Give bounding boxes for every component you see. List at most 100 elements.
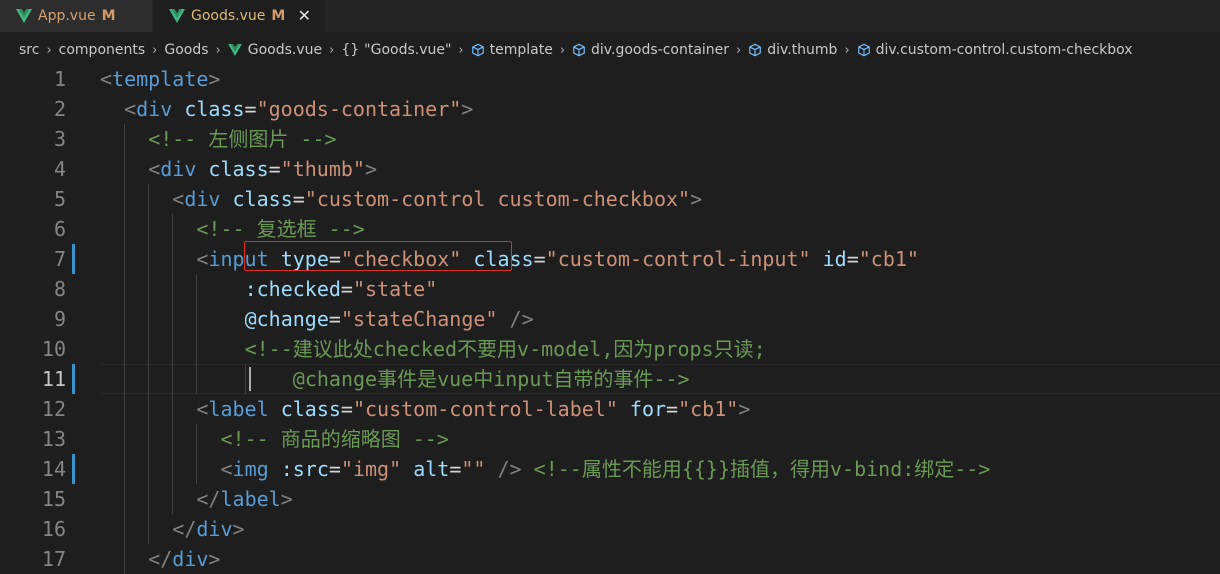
code-token: <!--属性不能用{{}}插值，得用v-bind:绑定--> bbox=[533, 457, 991, 481]
modified-indicator: M bbox=[101, 8, 116, 24]
code-line[interactable]: 2 <div class="goods-container"> bbox=[0, 94, 1220, 124]
code-token: </ bbox=[172, 517, 197, 541]
code-text: <div class="thumb"> bbox=[148, 154, 377, 184]
breadcrumb-symbol-label: "Goods.vue" bbox=[364, 42, 452, 58]
code-text: @change事件是vue中input自带的事件--> bbox=[293, 364, 690, 394]
breadcrumb-template[interactable]: template bbox=[471, 42, 553, 58]
code-token: img bbox=[232, 457, 269, 481]
code-token: /> bbox=[509, 307, 534, 331]
code-line[interactable]: 5 <div class="custom-control custom-check… bbox=[0, 184, 1220, 214]
code-line[interactable]: 16 </div> bbox=[0, 514, 1220, 544]
code-token: /> bbox=[497, 457, 522, 481]
editor-tab-bar: App.vue M Goods.vue M ✕ bbox=[0, 0, 1220, 32]
indent-guide bbox=[148, 484, 150, 514]
breadcrumb-thumb[interactable]: div.thumb bbox=[748, 42, 837, 58]
tab-label: Goods.vue bbox=[191, 8, 266, 24]
code-line[interactable]: 6 <!-- 复选框 --> bbox=[0, 214, 1220, 244]
code-line[interactable]: 7 <input type="checkbox" class="custom-co… bbox=[0, 244, 1220, 274]
chevron-right-icon: › bbox=[736, 42, 742, 58]
tab-goods-vue[interactable]: Goods.vue M ✕ bbox=[153, 0, 325, 32]
line-number: 14 bbox=[41, 457, 66, 481]
code-line[interactable]: 10 <!--建议此处checked不要用v-model,因为props只读; bbox=[0, 334, 1220, 364]
code-text: <div class="goods-container"> bbox=[124, 94, 473, 124]
breadcrumb-symbol[interactable]: {} "Goods.vue" bbox=[341, 42, 451, 58]
breadcrumb-file[interactable]: Goods.vue bbox=[227, 42, 323, 58]
code-token: = bbox=[666, 397, 679, 421]
code-token: </ bbox=[148, 547, 173, 571]
code-token: <!--建议此处checked不要用v-model,因为props只读; bbox=[244, 337, 766, 361]
code-token: alt bbox=[413, 457, 450, 481]
code-line[interactable]: 12 <label class="custom-control-label" fo… bbox=[0, 394, 1220, 424]
code-token: > bbox=[232, 517, 245, 541]
code-line[interactable]: 17 </div> bbox=[0, 544, 1220, 574]
code-token: "img" bbox=[340, 457, 402, 481]
indent-guide bbox=[172, 244, 174, 274]
breadcrumb-goods[interactable]: Goods bbox=[164, 42, 208, 58]
code-line[interactable]: 14 <img :src="img" alt="" /> <!--属性不能用{{}… bbox=[0, 454, 1220, 484]
code-token: :checked bbox=[244, 277, 341, 301]
code-token: = bbox=[533, 247, 546, 271]
code-token: <!-- 商品的缩略图 --> bbox=[220, 427, 449, 451]
breadcrumb-src[interactable]: src bbox=[19, 42, 39, 58]
code-line[interactable]: 3 <!-- 左侧图片 --> bbox=[0, 124, 1220, 154]
code-line[interactable]: 1 <template> bbox=[0, 64, 1220, 94]
code-token: = bbox=[846, 247, 859, 271]
breadcrumb-components[interactable]: components bbox=[59, 42, 146, 58]
indent-guide bbox=[148, 184, 150, 214]
code-line[interactable]: 8 :checked="state" bbox=[0, 274, 1220, 304]
code-text: <!-- 商品的缩略图 --> bbox=[221, 424, 449, 454]
code-line[interactable]: 11 @change事件是vue中input自带的事件--> bbox=[0, 364, 1220, 394]
indent-guide bbox=[124, 424, 126, 454]
code-token: div bbox=[160, 157, 197, 181]
code-token: :src bbox=[280, 457, 329, 481]
code-token: "thumb" bbox=[280, 157, 365, 181]
code-token: "cb1" bbox=[678, 397, 739, 421]
indent-guide bbox=[172, 334, 174, 364]
indent-guide bbox=[196, 304, 198, 334]
code-token: "goods-container" bbox=[256, 97, 462, 121]
breadcrumb-container[interactable]: div.goods-container bbox=[572, 42, 729, 58]
git-modified-gutter-indicator bbox=[72, 454, 75, 484]
code-text: <!-- 左侧图片 --> bbox=[148, 124, 336, 154]
tab-app-vue[interactable]: App.vue M bbox=[0, 0, 153, 32]
close-icon[interactable]: ✕ bbox=[298, 6, 311, 26]
indent-guide bbox=[148, 364, 150, 394]
indent-guide bbox=[196, 334, 198, 364]
indent-guide bbox=[172, 364, 174, 394]
line-number: 9 bbox=[53, 307, 66, 331]
code-line[interactable]: 4 <div class="thumb"> bbox=[0, 154, 1220, 184]
code-token: = bbox=[340, 277, 353, 301]
git-modified-gutter-indicator bbox=[72, 364, 75, 394]
line-number: 8 bbox=[53, 277, 66, 301]
indent-guide bbox=[196, 274, 198, 304]
code-token: > bbox=[461, 97, 474, 121]
line-number: 15 bbox=[41, 487, 66, 511]
indent-guide bbox=[148, 394, 150, 424]
code-line[interactable]: 9 @change="stateChange" /> bbox=[0, 304, 1220, 334]
code-line[interactable]: 15 </label> bbox=[0, 484, 1220, 514]
code-token: "state" bbox=[352, 277, 438, 301]
breadcrumb-checkbox[interactable]: div.custom-control.custom-checkbox bbox=[857, 42, 1133, 58]
breadcrumb-container-label: div.goods-container bbox=[591, 42, 730, 58]
indent-guide bbox=[148, 334, 150, 364]
code-token: id bbox=[822, 247, 847, 271]
indent-guide bbox=[172, 304, 174, 334]
code-text: </label> bbox=[196, 484, 292, 514]
cube-icon bbox=[471, 43, 484, 57]
code-editor[interactable]: 1 <template> 2 <div class="goods-container"… bbox=[0, 64, 1220, 574]
code-token: "custom-control custom-checkbox" bbox=[304, 187, 691, 211]
line-number: 5 bbox=[53, 187, 66, 211]
code-token: div bbox=[196, 517, 233, 541]
indent-guide bbox=[244, 364, 246, 394]
code-token: template bbox=[112, 67, 209, 91]
indent-guide bbox=[148, 274, 150, 304]
breadcrumb-file-label: Goods.vue bbox=[247, 42, 323, 58]
line-number: 10 bbox=[41, 337, 66, 361]
code-line[interactable]: 13 <!-- 商品的缩略图 --> bbox=[0, 424, 1220, 454]
code-token: < bbox=[148, 157, 161, 181]
code-text: <!-- 复选框 --> bbox=[196, 214, 364, 244]
